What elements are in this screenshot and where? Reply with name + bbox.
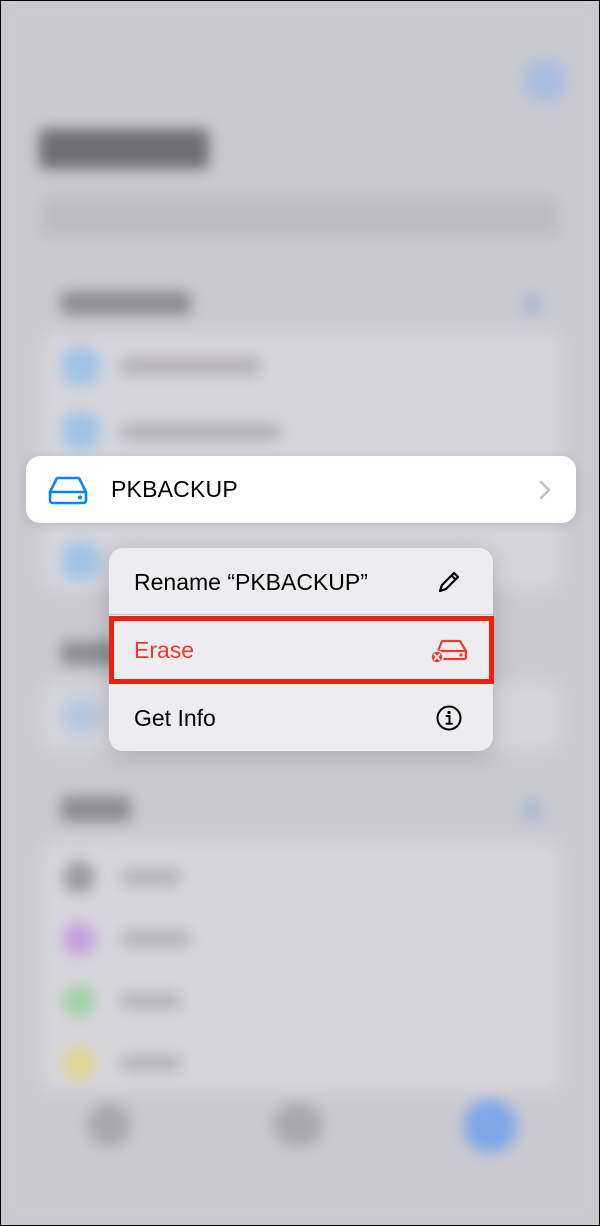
menu-item-label: Erase bbox=[134, 637, 195, 663]
screen: PKBACKUP Rename “PKBACKUP” Erase Get Inf… bbox=[0, 0, 600, 1226]
drive-name: PKBACKUP bbox=[111, 476, 238, 502]
blurred-row-text bbox=[121, 993, 181, 1009]
blurred-tag-dot bbox=[63, 923, 95, 955]
blurred-tab-icon bbox=[463, 1099, 517, 1153]
info-circle-icon bbox=[436, 705, 462, 731]
blurred-title bbox=[39, 129, 209, 169]
menu-item-get-info[interactable]: Get Info bbox=[109, 684, 493, 751]
external-drive-icon bbox=[48, 476, 88, 505]
blurred-section-header bbox=[61, 796, 131, 822]
menu-item-rename[interactable]: Rename “PKBACKUP” bbox=[109, 548, 493, 615]
menu-item-label: Rename “PKBACKUP” bbox=[134, 569, 368, 595]
erase-drive-icon bbox=[430, 639, 468, 664]
menu-item-label: Get Info bbox=[134, 705, 216, 731]
drive-row-pkbackup[interactable]: PKBACKUP bbox=[26, 456, 576, 523]
blurred-chevron bbox=[521, 799, 543, 821]
blurred-tab-icon bbox=[273, 1103, 323, 1147]
blurred-tags-panel bbox=[41, 841, 561, 1091]
blurred-tag-dot bbox=[63, 985, 95, 1017]
blurred-row-text bbox=[121, 357, 261, 375]
blurred-icon bbox=[61, 411, 101, 451]
blurred-row-text bbox=[121, 869, 181, 885]
blurred-tab-icon bbox=[87, 1103, 131, 1147]
blurred-search-field bbox=[41, 197, 559, 237]
blurred-chevron bbox=[521, 293, 543, 315]
blurred-row-text bbox=[121, 1055, 181, 1071]
blurred-row-text bbox=[121, 423, 281, 441]
menu-item-erase[interactable]: Erase bbox=[109, 616, 493, 683]
blurred-icon bbox=[61, 541, 101, 581]
chevron-right-icon bbox=[539, 480, 551, 500]
more-button-icon bbox=[523, 59, 567, 103]
blurred-section-header bbox=[61, 291, 191, 315]
blurred-tag-dot bbox=[63, 1047, 95, 1079]
pencil-icon bbox=[438, 571, 460, 593]
blurred-tag-dot bbox=[63, 861, 95, 893]
context-menu: Rename “PKBACKUP” Erase Get Info bbox=[109, 548, 493, 751]
blurred-row-text bbox=[121, 931, 191, 947]
blurred-icon bbox=[61, 346, 101, 386]
blurred-icon bbox=[61, 696, 101, 736]
